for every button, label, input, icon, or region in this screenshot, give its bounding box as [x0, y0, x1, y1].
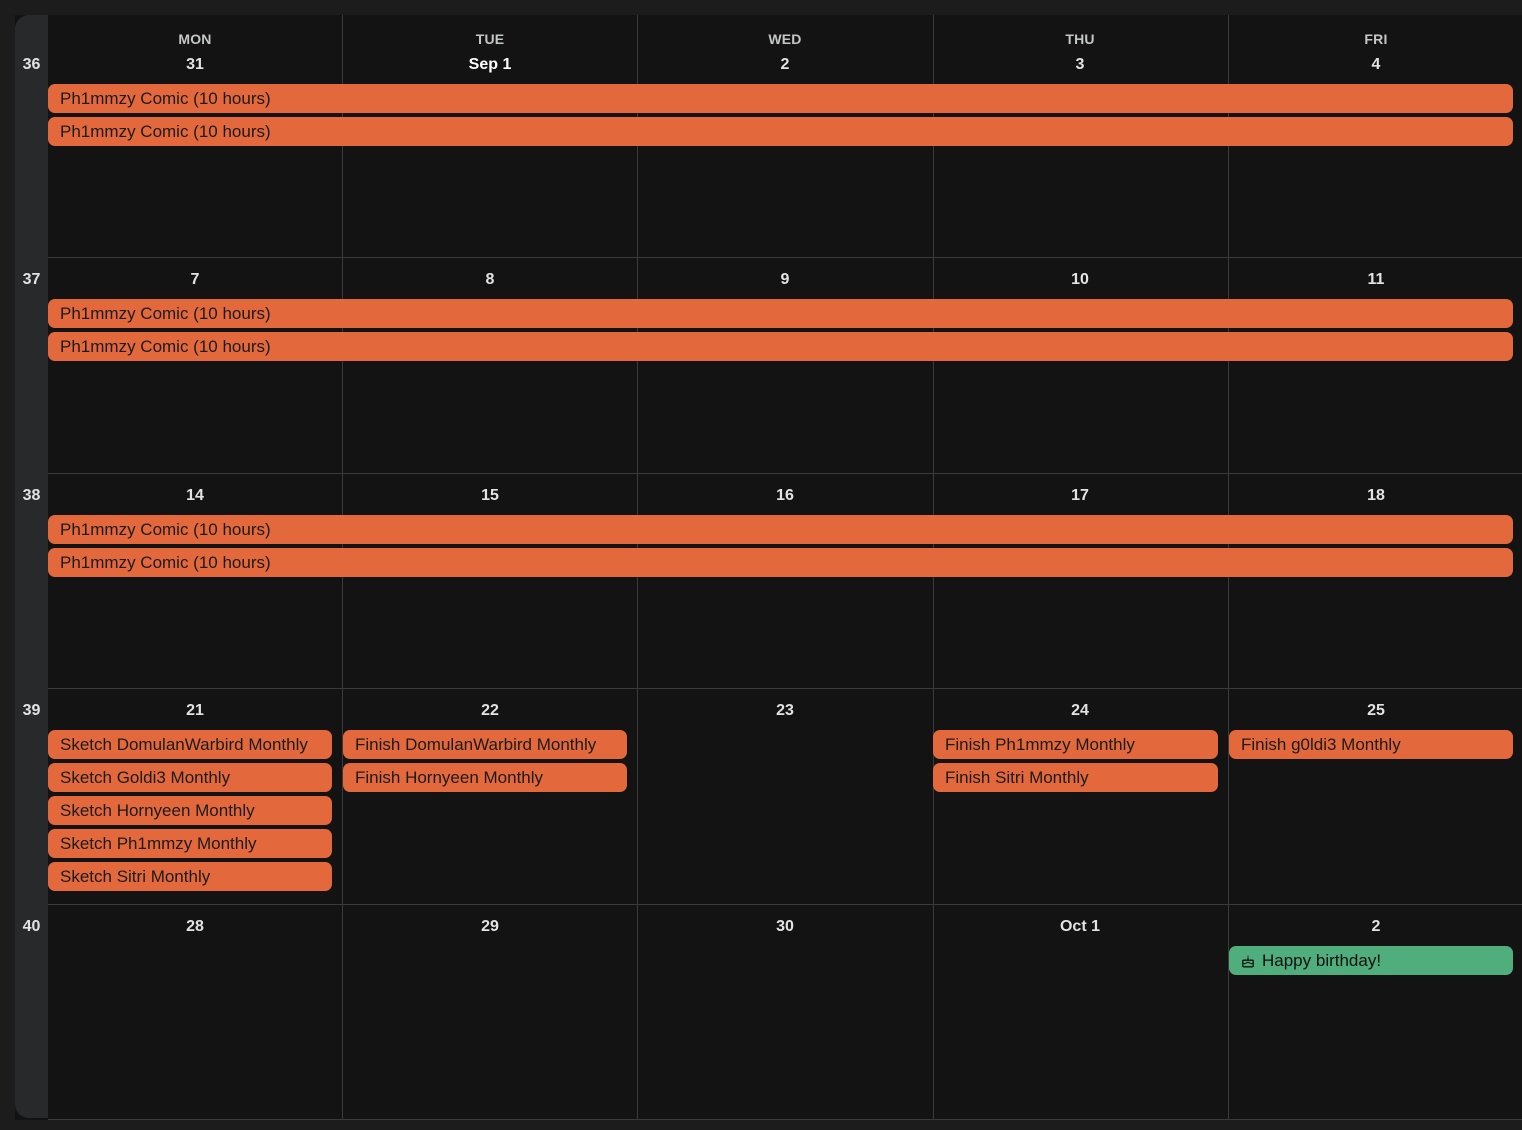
date-label[interactable]: 10	[1020, 271, 1140, 289]
calendar-grid: 36 37 38 39 40 MON TUE WED THU FRI 31 Se…	[15, 15, 1522, 1120]
date-label[interactable]: 16	[725, 487, 845, 505]
event-chip[interactable]: Ph1mmzy Comic (10 hours)	[48, 548, 1513, 577]
week-divider	[48, 1119, 1522, 1120]
date-label[interactable]: 28	[135, 918, 255, 936]
event-chip[interactable]: Sketch Goldi3 Monthly	[48, 763, 332, 792]
date-label[interactable]: 22	[430, 702, 550, 720]
week-divider	[48, 257, 1522, 258]
date-label[interactable]: 29	[430, 918, 550, 936]
date-label[interactable]: 4	[1316, 56, 1436, 74]
date-label[interactable]: 3	[1020, 56, 1140, 74]
cake-icon	[1242, 955, 1254, 968]
day-name-fri: FRI	[1364, 31, 1388, 47]
date-label[interactable]: 2	[1316, 918, 1436, 936]
event-chip[interactable]: Ph1mmzy Comic (10 hours)	[48, 515, 1513, 544]
event-chip[interactable]: Ph1mmzy Comic (10 hours)	[48, 84, 1513, 113]
event-chip[interactable]: Finish DomulanWarbird Monthly	[343, 730, 627, 759]
week-number[interactable]: 38	[15, 487, 48, 505]
event-chip[interactable]: Ph1mmzy Comic (10 hours)	[48, 299, 1513, 328]
date-label[interactable]: 24	[1020, 702, 1140, 720]
event-chip[interactable]: Ph1mmzy Comic (10 hours)	[48, 117, 1513, 146]
week-divider	[48, 473, 1522, 474]
event-chip[interactable]: Sketch Hornyeen Monthly	[48, 796, 332, 825]
event-chip[interactable]: Sketch Sitri Monthly	[48, 862, 332, 891]
week-number[interactable]: 40	[15, 918, 48, 936]
date-label[interactable]: 9	[725, 271, 845, 289]
date-label[interactable]: 18	[1316, 487, 1436, 505]
date-label[interactable]: 2	[725, 56, 845, 74]
event-chip[interactable]: Sketch DomulanWarbird Monthly	[48, 730, 332, 759]
event-chip[interactable]: Finish Ph1mmzy Monthly	[933, 730, 1218, 759]
birthday-event-chip[interactable]: Happy birthday!	[1229, 946, 1513, 975]
date-label[interactable]: Sep 1	[430, 56, 550, 74]
day-name-mon: MON	[178, 31, 212, 47]
day-name-wed: WED	[768, 31, 802, 47]
week-divider	[48, 904, 1522, 905]
date-label[interactable]: 21	[135, 702, 255, 720]
date-label[interactable]: 14	[135, 487, 255, 505]
event-chip[interactable]: Sketch Ph1mmzy Monthly	[48, 829, 332, 858]
date-label[interactable]: 11	[1316, 271, 1436, 289]
date-label[interactable]: 23	[725, 702, 845, 720]
date-label[interactable]: 31	[135, 56, 255, 74]
date-label[interactable]: 25	[1316, 702, 1436, 720]
week-number[interactable]: 37	[15, 271, 48, 289]
date-label[interactable]: 8	[430, 271, 550, 289]
event-chip[interactable]: Finish Sitri Monthly	[933, 763, 1218, 792]
day-name-thu: THU	[1065, 31, 1095, 47]
date-label[interactable]: Oct 1	[1020, 918, 1140, 936]
week-divider	[48, 688, 1522, 689]
date-label[interactable]: 17	[1020, 487, 1140, 505]
birthday-event-label: Happy birthday!	[1262, 951, 1382, 970]
week-number[interactable]: 36	[15, 56, 48, 74]
event-chip[interactable]: Ph1mmzy Comic (10 hours)	[48, 332, 1513, 361]
date-label[interactable]: 15	[430, 487, 550, 505]
day-name-tue: TUE	[475, 31, 505, 47]
week-number[interactable]: 39	[15, 702, 48, 720]
date-label[interactable]: 30	[725, 918, 845, 936]
week-number-column: 36 37 38 39 40	[15, 15, 48, 1118]
event-chip[interactable]: Finish Hornyeen Monthly	[343, 763, 627, 792]
event-chip[interactable]: Finish g0ldi3 Monthly	[1229, 730, 1513, 759]
date-label[interactable]: 7	[135, 271, 255, 289]
